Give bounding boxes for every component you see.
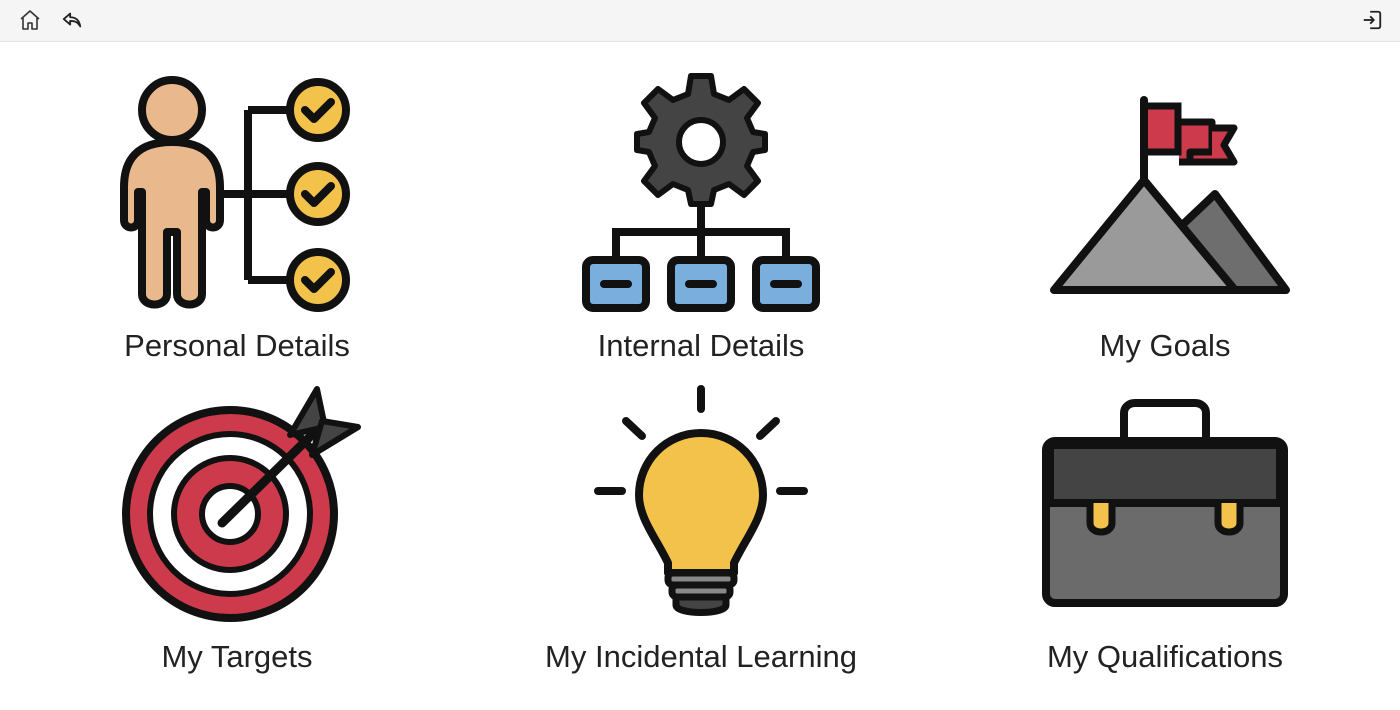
back-button[interactable] (58, 6, 86, 34)
tile-label: My Incidental Learning (545, 639, 857, 674)
back-reply-icon (62, 12, 82, 28)
tile-personal-details[interactable]: Personal Details (57, 72, 417, 372)
gear-hierarchy-icon (582, 73, 820, 312)
tile-label: My Targets (161, 639, 313, 674)
tile-internal-details[interactable]: Internal Details (521, 72, 881, 372)
tile-my-targets[interactable]: My Targets (57, 383, 417, 683)
home-button[interactable] (16, 6, 44, 34)
lightbulb-icon (594, 385, 808, 616)
tile-label: My Qualifications (1046, 639, 1284, 674)
tile-my-qualifications[interactable]: My Qualifications (985, 383, 1345, 683)
home-icon (20, 10, 40, 30)
tile-label: My Goals (1099, 328, 1231, 363)
tile-my-incidental-learning[interactable]: My Incidental Learning (521, 383, 881, 683)
mountain-flag-icon (1050, 96, 1290, 294)
logout-icon (1363, 10, 1382, 30)
tile-label: Personal Details (124, 328, 350, 363)
target-arrow-icon (122, 386, 361, 622)
top-toolbar (0, 0, 1400, 42)
person-checklist-icon (120, 76, 350, 312)
logout-button[interactable] (1358, 6, 1386, 34)
tile-my-goals[interactable]: My Goals (985, 72, 1345, 372)
tile-label: Internal Details (597, 328, 805, 363)
briefcase-icon (1042, 399, 1288, 607)
